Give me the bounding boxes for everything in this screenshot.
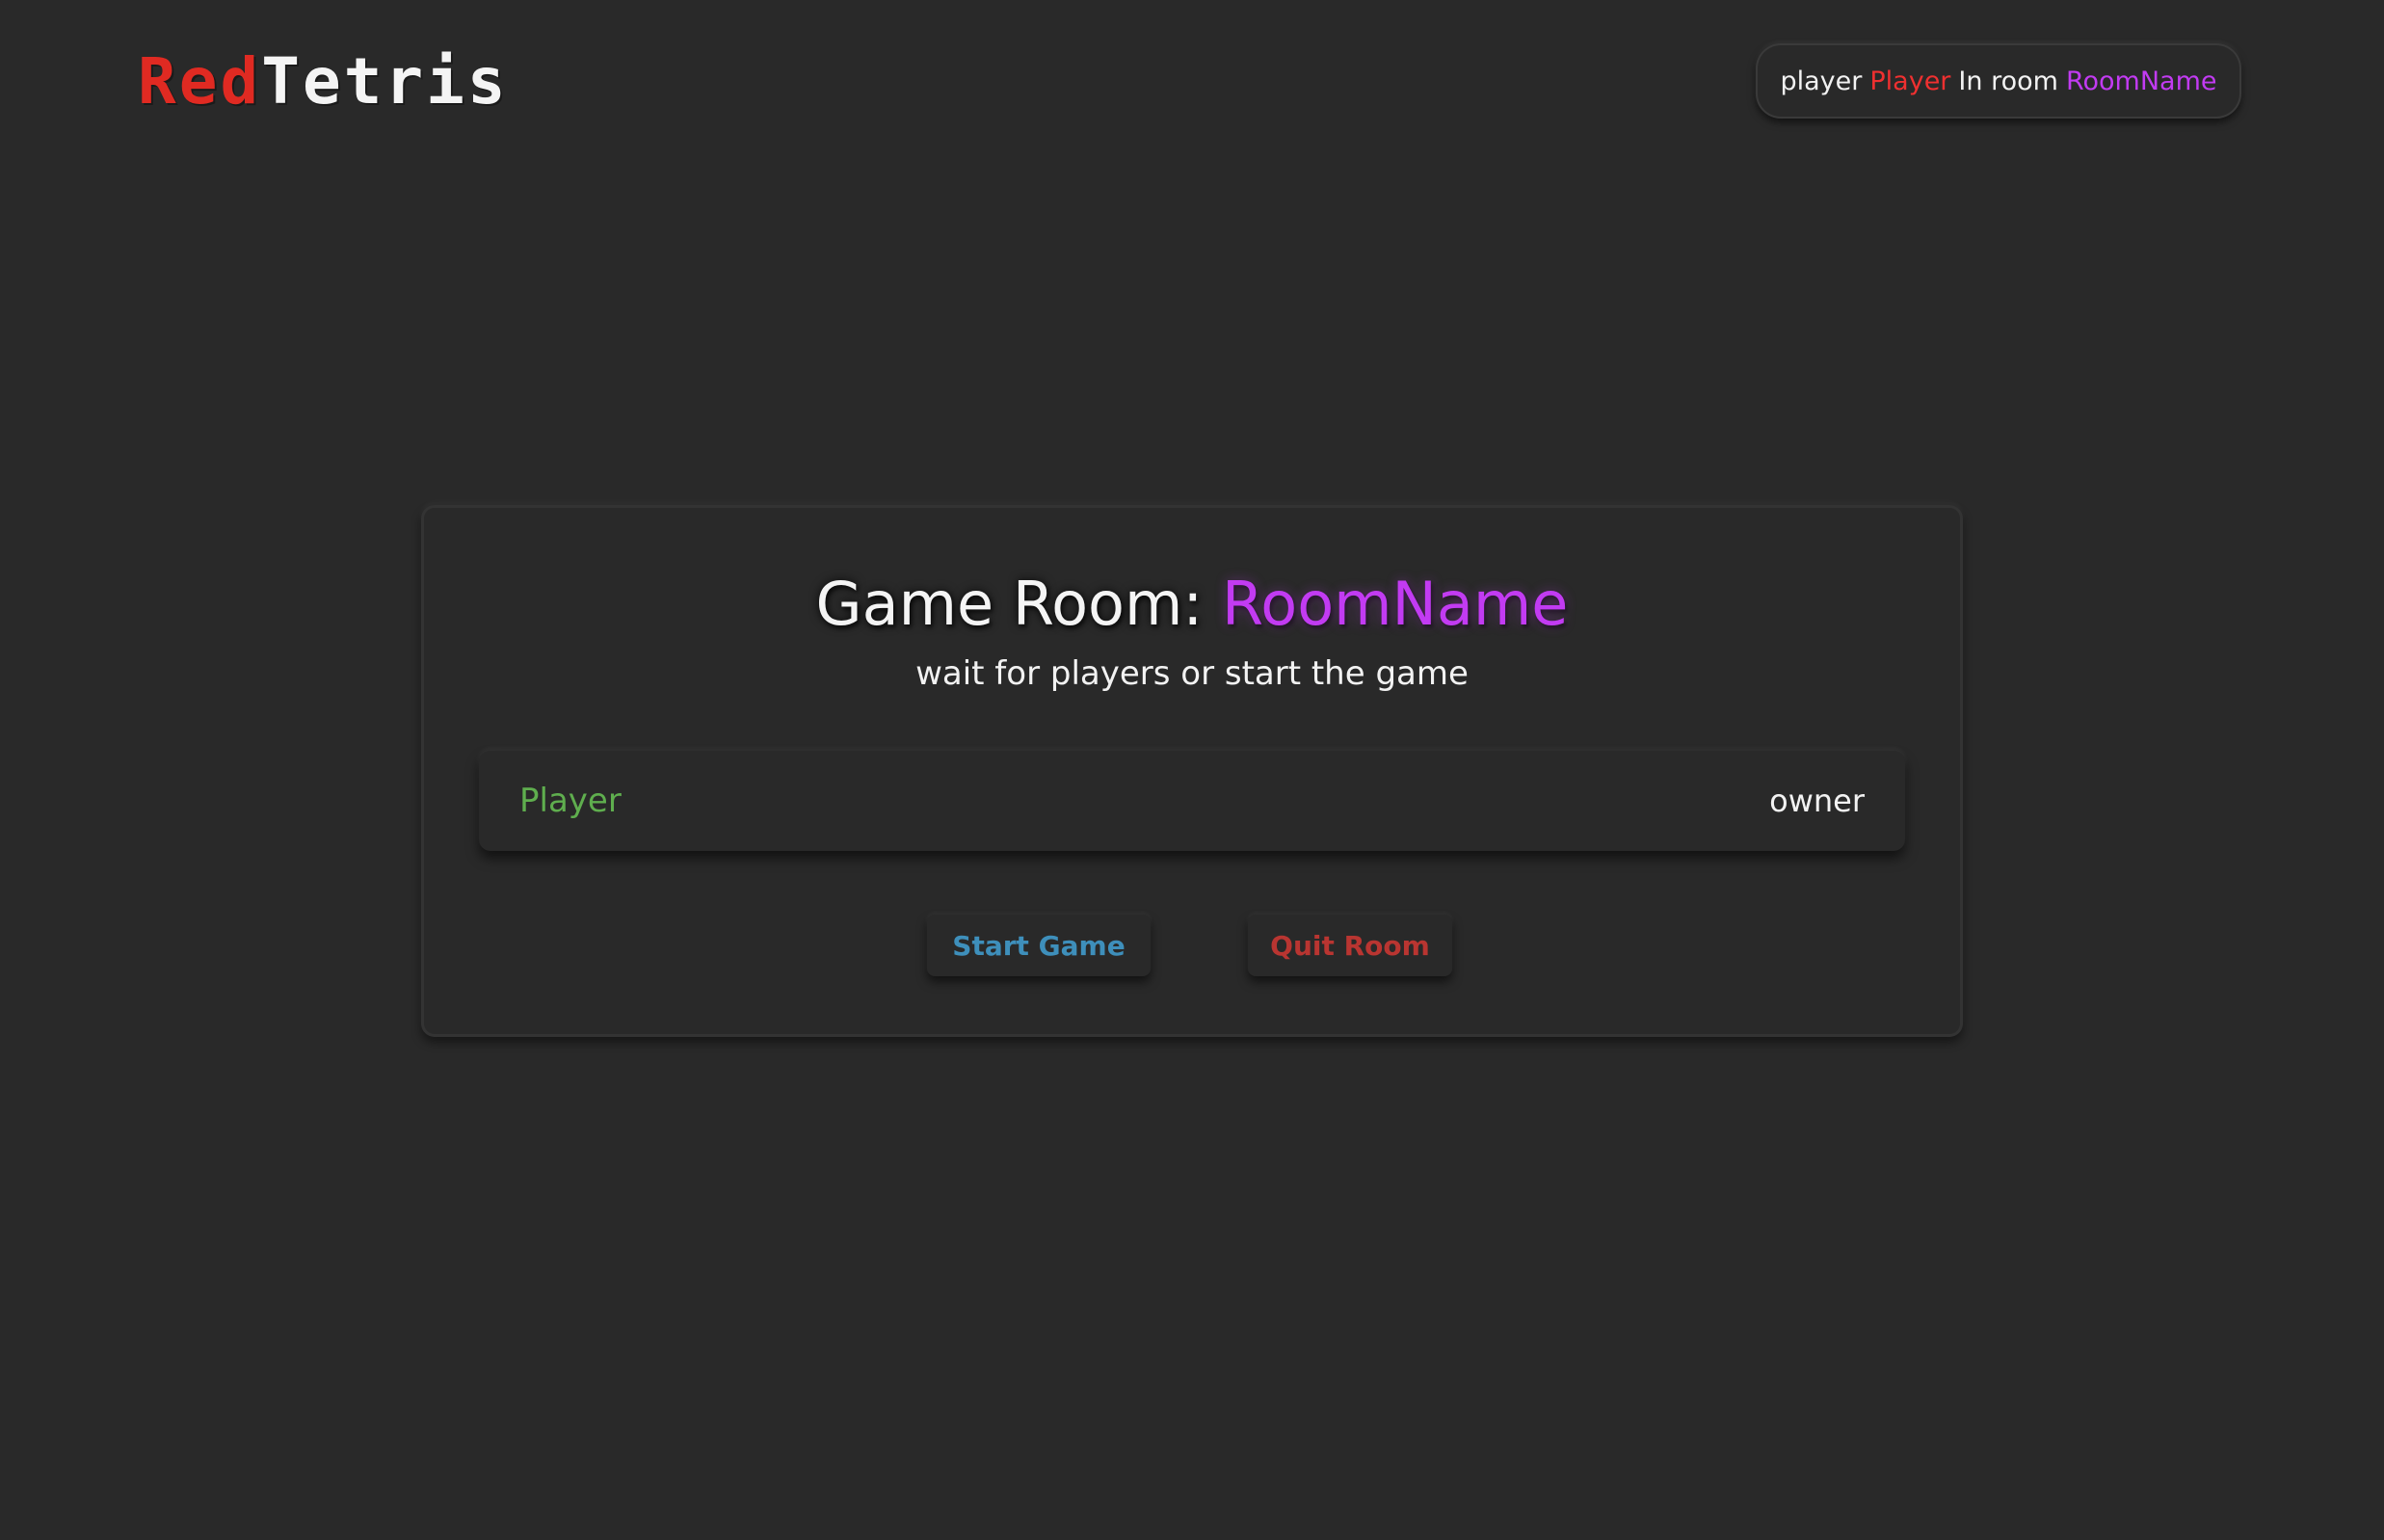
- status-room-label: In room: [1958, 66, 2058, 96]
- status-player-name: Player: [1869, 66, 1951, 96]
- player-role: owner: [1769, 783, 1865, 819]
- quit-room-button[interactable]: Quit Room: [1248, 915, 1452, 976]
- title-room-name: RoomName: [1221, 569, 1569, 639]
- player-room-status: player Player In room RoomName: [1756, 43, 2241, 119]
- title-prefix: Game Room:: [815, 569, 1204, 639]
- player-list-item: Player owner: [479, 751, 1905, 851]
- game-room-card: Game Room: RoomName wait for players or …: [421, 505, 1963, 1037]
- app-logo: RedTetris: [138, 50, 509, 114]
- start-game-button[interactable]: Start Game: [927, 915, 1151, 976]
- page-title: Game Room: RoomName: [421, 574, 1963, 634]
- status-player-label: player: [1780, 66, 1863, 96]
- player-name: Player: [519, 782, 622, 820]
- logo-tetris-text: Tetris: [261, 44, 509, 119]
- status-room-name: RoomName: [2065, 66, 2217, 96]
- logo-red-text: Red: [138, 44, 262, 119]
- page-subtitle: wait for players or start the game: [915, 654, 1469, 693]
